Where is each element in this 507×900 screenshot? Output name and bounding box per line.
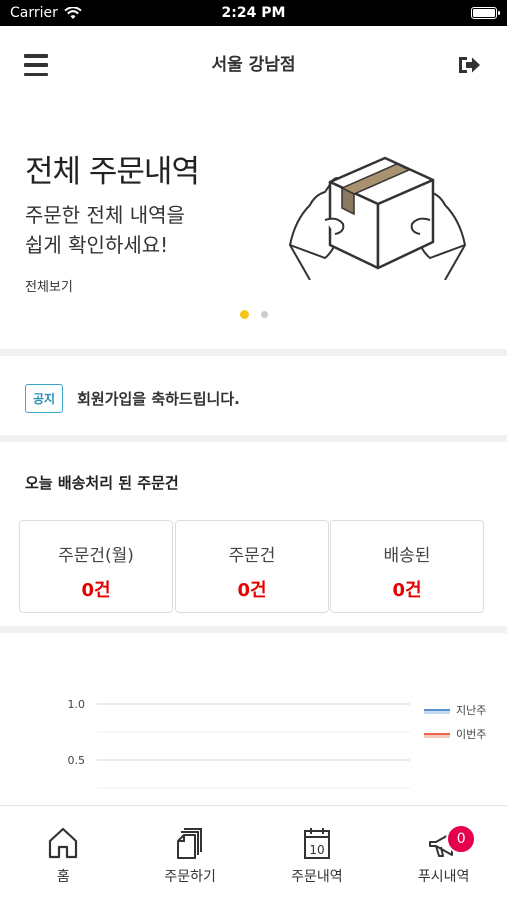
section-title: 오늘 배송처리 된 주문건 (25, 474, 179, 492)
status-left: Carrier (10, 5, 82, 21)
legend-label-last-week: 지난주 (456, 704, 486, 717)
page-dot-active[interactable] (239, 310, 249, 319)
section-divider (0, 435, 507, 442)
tab-label: 주문내역 (291, 869, 343, 885)
view-all-link[interactable]: 전체보기 (25, 276, 73, 295)
battery-icon (471, 7, 500, 19)
chart-gridlines (97, 703, 410, 789)
tab-push-history[interactable]: 푸시내역 0 (380, 806, 507, 900)
notice-text: 회원가입을 축하드립니다. (77, 389, 240, 408)
tab-order-history[interactable]: 10 주문내역 (254, 806, 381, 900)
tab-label: 홈 (56, 869, 70, 885)
bottom-tab-bar: 홈 주문하기 10 주문내역 푸시내역 0 (0, 805, 507, 900)
legend-swatch-this-week (424, 733, 450, 735)
notice-bar[interactable]: 공지 회원가입을 축하드립니다. (0, 362, 507, 434)
promo-banner[interactable]: 전체 주문내역 주문한 전체 내역을 쉽게 확인하세요! 전체보기 (0, 120, 507, 348)
box-in-hands-illustration (289, 156, 466, 280)
weekly-orders-chart: 1.0 0.5 지난주 이번주 (68, 698, 486, 789)
banner-subtitle-text: 주문한 전체 내역을 쉽게 확인하세요! (25, 203, 185, 257)
today-delivery-section: 오늘 배송처리 된 주문건 주문건(월) 0건 주문건 0건 배송된 0건 (0, 445, 507, 625)
calendar-day-label: 10 (309, 843, 324, 857)
stat-card-orders[interactable]: 주문건 0건 (175, 520, 329, 613)
banner-title: 전체 주문내역 (25, 154, 200, 190)
legend-swatch-last-week-fill (424, 711, 450, 714)
legend-label-this-week: 이번주 (456, 728, 486, 741)
section-divider (0, 626, 507, 633)
tab-home[interactable]: 홈 (0, 806, 127, 900)
stat-value: 0건 (81, 580, 111, 601)
stat-label: 주문건(월) (58, 546, 134, 566)
calendar-icon: 10 (303, 828, 330, 859)
banner-subtitle: 주문한 전체 내역을 쉽게 확인하세요! (25, 200, 265, 260)
documents-icon (177, 828, 203, 859)
stat-label: 주문건 (228, 546, 276, 566)
stat-value: 0건 (237, 580, 267, 601)
page-dot[interactable] (260, 311, 268, 318)
tab-label: 주문하기 (164, 869, 216, 885)
chart-legend: 지난주 이번주 (424, 704, 486, 741)
tab-label: 푸시내역 (417, 869, 470, 885)
store-title: 서울 강남점 (211, 55, 296, 75)
wifi-icon (64, 6, 82, 19)
push-count-badge: 0 (446, 824, 477, 854)
section-divider (0, 349, 507, 356)
legend-swatch-last-week (424, 709, 450, 711)
legend-swatch-this-week-fill (424, 735, 450, 738)
status-bar: Carrier 2:24 PM (0, 0, 507, 26)
stat-card-monthly[interactable]: 주문건(월) 0건 (19, 520, 173, 613)
tab-order[interactable]: 주문하기 (127, 806, 254, 900)
home-icon (49, 827, 78, 859)
banner-pagination (0, 310, 507, 319)
stat-card-delivered[interactable]: 배송된 0건 (330, 520, 484, 613)
carrier-label: Carrier (10, 5, 58, 21)
stat-label: 배송된 (383, 546, 431, 566)
y-tick-label: 1.0 (68, 698, 86, 711)
notice-badge: 공지 (25, 383, 64, 413)
stat-value: 0건 (392, 580, 422, 601)
y-tick-label: 0.5 (68, 754, 86, 767)
logout-icon[interactable] (457, 54, 483, 76)
app-header: 서울 강남점 (0, 26, 507, 106)
